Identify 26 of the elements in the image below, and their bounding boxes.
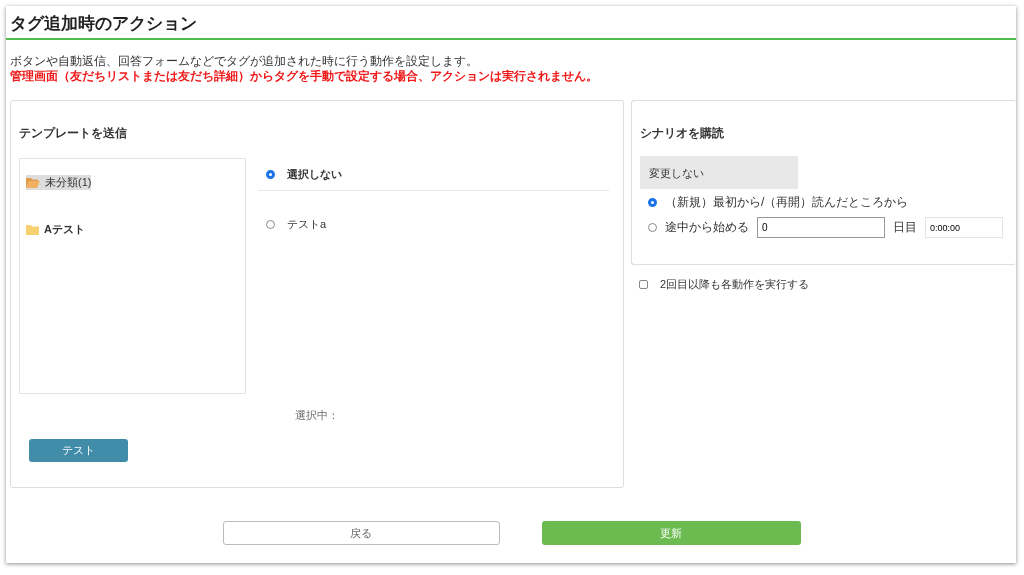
description-text: ボタンや自動返信、回答フォームなどでタグが追加された時に行う動作を設定します。	[10, 54, 479, 69]
unit-label: 日目	[893, 219, 917, 236]
warning-text: 管理画面（友だちリストまたは友だち詳細）からタグを手動で設定する場合、アクションは実行されません。	[10, 69, 599, 84]
radio-button[interactable]	[266, 169, 275, 179]
radio-button[interactable]	[648, 223, 657, 232]
day-input[interactable]: 0	[757, 217, 885, 238]
test-button[interactable]: テスト	[29, 439, 128, 462]
checkbox[interactable]	[639, 280, 648, 289]
open-folder-icon	[26, 177, 40, 188]
selection-label: 選択中：	[295, 409, 339, 421]
panel-title: シナリオを購読	[640, 125, 724, 142]
folder-icon	[26, 224, 39, 235]
template-option[interactable]: 選択しない	[258, 158, 609, 191]
checkbox-label: 2回目以降も各動作を実行する	[660, 277, 810, 292]
radio-button[interactable]	[648, 198, 657, 207]
panel-title: テンプレートを送信	[19, 125, 127, 142]
option-label: 途中から始める	[665, 219, 749, 236]
scenario-dropdown[interactable]: 変更しない	[640, 156, 798, 189]
radio-button[interactable]	[266, 219, 275, 229]
back-button[interactable]: 戻る	[222, 521, 500, 545]
template-option[interactable]: テストa	[258, 208, 609, 240]
folder-item[interactable]: 未分類(1)	[26, 175, 92, 190]
time-input[interactable]: 0:00:00	[925, 217, 1003, 238]
page-title: タグ追加時のアクション	[10, 13, 197, 35]
folder-item[interactable]: Aテスト	[26, 222, 85, 237]
option-label: （新規）最初から/（再開）読んだところから	[665, 194, 909, 211]
